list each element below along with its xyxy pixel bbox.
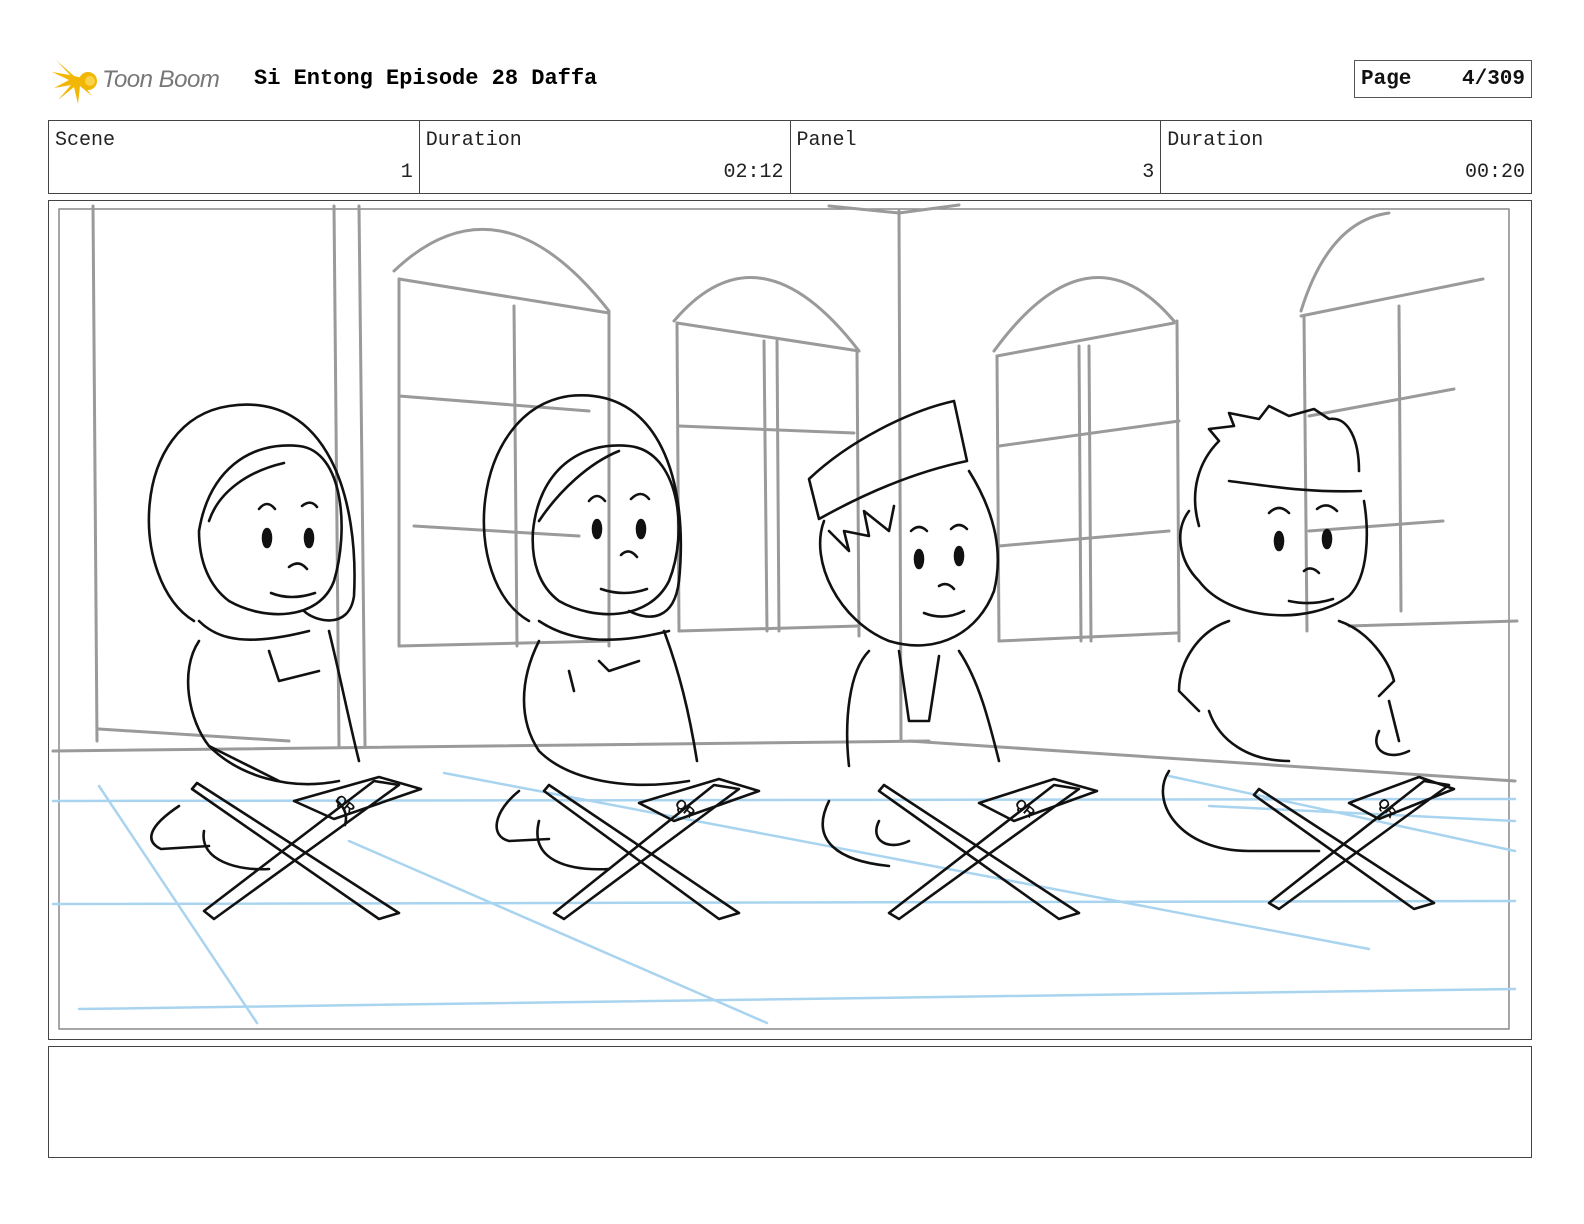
child-1: QR xyxy=(147,403,423,921)
scene-duration-value: 02:12 xyxy=(723,161,784,184)
storyboard-panel: QR QR QR QR xyxy=(48,200,1532,1040)
storyboard-header: Toon Boom Si Entong Episode 28 Daffa Pag… xyxy=(52,52,1532,112)
toon-boom-logo: Toon Boom xyxy=(52,56,242,106)
inner-frame xyxy=(58,208,1510,1030)
logo-text: Toon Boom xyxy=(102,66,220,93)
panel-label: Panel xyxy=(796,129,857,152)
panel-duration-label: Duration xyxy=(1167,129,1264,152)
child-4: QR xyxy=(1161,404,1456,911)
room-background xyxy=(51,203,1519,783)
child-3: QR xyxy=(807,399,1099,921)
scene-duration-label: Duration xyxy=(425,129,522,152)
scene-label: Scene xyxy=(55,129,116,152)
child-2: QR xyxy=(482,393,761,921)
panel-cell: Panel 3 xyxy=(791,121,1162,193)
panel-duration-cell: Duration 00:20 xyxy=(1161,121,1531,193)
shot-info-bar: Scene 1 Duration 02:12 Panel 3 Duration … xyxy=(48,120,1532,194)
panel-notes xyxy=(48,1046,1532,1158)
page-indicator: Page 4/309 xyxy=(1354,60,1532,98)
scene-cell: Scene 1 xyxy=(49,121,420,193)
scene-value: 1 xyxy=(400,161,413,184)
panel-duration-value: 00:20 xyxy=(1464,161,1525,184)
star-burst-icon xyxy=(52,60,97,104)
page-number: 4/309 xyxy=(1461,68,1525,91)
panel-value: 3 xyxy=(1142,161,1155,184)
page-label: Page xyxy=(1361,68,1412,91)
project-title: Si Entong Episode 28 Daffa xyxy=(254,66,598,91)
panel-sketch: QR QR QR QR xyxy=(51,203,1519,1030)
scene-duration-cell: Duration 02:12 xyxy=(420,121,791,193)
